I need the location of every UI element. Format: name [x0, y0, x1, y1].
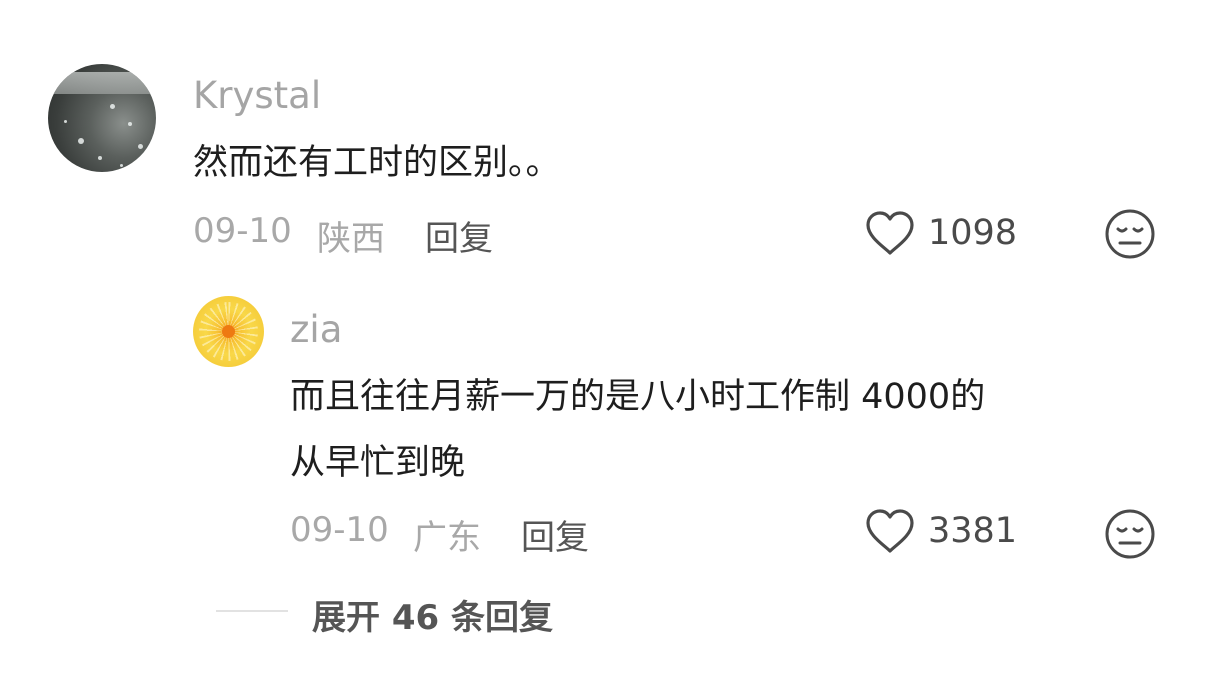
reply-text-line2: 从早忙到晚	[290, 443, 466, 483]
reply-like-count: 3381	[928, 511, 1018, 551]
comment-reply-button[interactable]: 回复	[425, 211, 493, 260]
comment-username[interactable]: Krystal	[193, 74, 321, 117]
reply-text-line1: 而且往往月薪一万的是八小时工作制 4000的	[290, 377, 986, 417]
comment-like-count: 1098	[928, 213, 1018, 253]
reply-date: 09-10	[290, 510, 389, 550]
reply-reply-button[interactable]: 回复	[521, 510, 589, 559]
heart-outline-icon	[866, 211, 914, 255]
comment-thread: Krystal 然而还有工时的区别。。 09-10 陕西 回复 1098 zia…	[0, 0, 1206, 691]
reply-like-button[interactable]: 3381	[864, 508, 1017, 554]
comment-like-button[interactable]: 1098	[864, 210, 1017, 256]
comment-location: 陕西	[317, 219, 385, 259]
avatar[interactable]	[48, 64, 156, 172]
expand-divider	[216, 610, 288, 612]
expand-replies-button[interactable]: 展开 46 条回复	[312, 590, 553, 639]
reply-avatar[interactable]	[193, 296, 264, 367]
reply-username[interactable]: zia	[290, 308, 342, 351]
comment-text: 然而还有工时的区别。。	[193, 143, 561, 183]
unamused-face-icon[interactable]	[1104, 208, 1156, 260]
comment-date: 09-10	[193, 211, 292, 251]
unamused-face-icon[interactable]	[1104, 508, 1156, 560]
reply-location: 广东	[413, 518, 481, 558]
heart-outline-icon	[866, 509, 914, 553]
